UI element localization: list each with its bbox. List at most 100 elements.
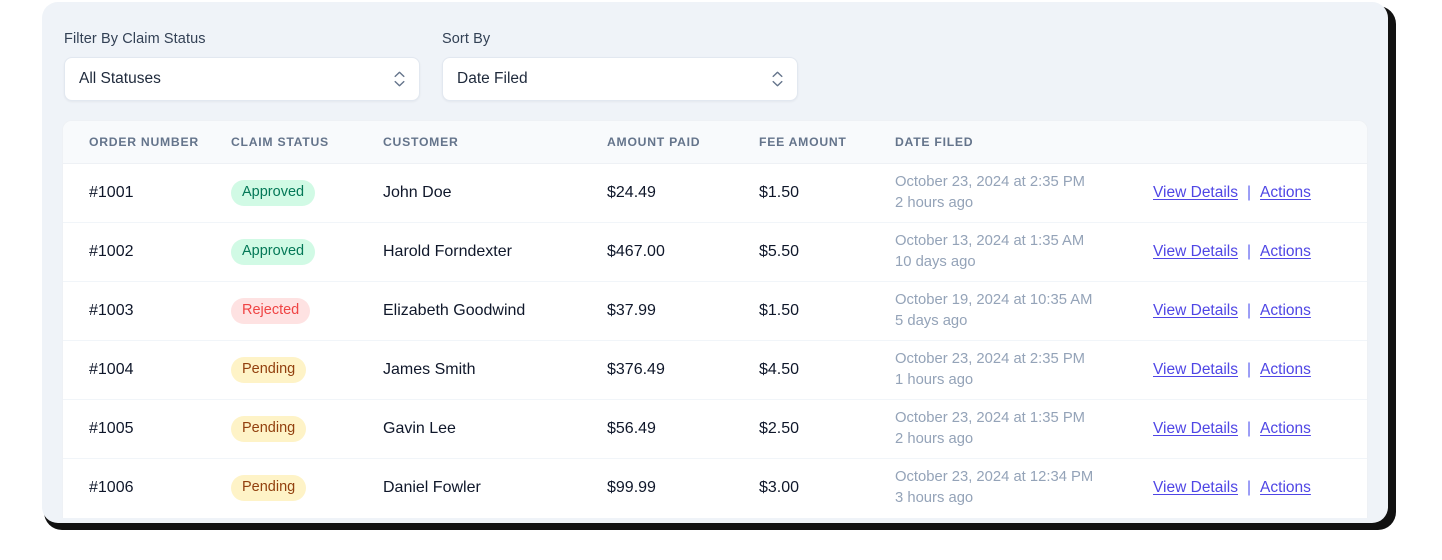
- cell-amount-paid: $376.49: [607, 340, 759, 400]
- table-body: #1001 Approved John Doe $24.49 $1.50 October …: [63, 163, 1367, 518]
- fee-amount-text: $2.50: [759, 420, 800, 437]
- cell-order-number: #1006: [63, 459, 231, 518]
- sort-by-label: Sort By: [442, 31, 491, 47]
- row-actions: View Details | Actions: [1153, 302, 1367, 320]
- table-row: #1005 Pending Gavin Lee $56.49 $2.50 October …: [63, 399, 1367, 459]
- customer-name-text: Gavin Lee: [383, 420, 456, 437]
- order-number-text: #1001: [89, 184, 134, 201]
- cell-actions: View Details | Actions: [1153, 222, 1367, 282]
- actions-separator: |: [1247, 184, 1252, 201]
- table-header: ORDER NUMBER CLAIM STATUS CUSTOMER AMOUN…: [63, 121, 1367, 164]
- claims-table-container: ORDER NUMBER CLAIM STATUS CUSTOMER AMOUN…: [62, 120, 1368, 518]
- customer-name-text: Harold Forndexter: [383, 243, 512, 260]
- cell-actions: View Details | Actions: [1153, 340, 1367, 400]
- actions-separator: |: [1247, 479, 1252, 497]
- cell-actions: View Details | Actions: [1153, 163, 1367, 223]
- filter-status-field: Filter By Claim Status All Statuses: [64, 30, 420, 101]
- actions-link[interactable]: Actions: [1260, 184, 1311, 202]
- cell-order-number: #1003: [63, 281, 231, 341]
- cell-claim-status: Rejected: [231, 281, 383, 341]
- claims-table: ORDER NUMBER CLAIM STATUS CUSTOMER AMOUN…: [63, 121, 1367, 518]
- table-header-row: ORDER NUMBER CLAIM STATUS CUSTOMER AMOUN…: [63, 121, 1367, 164]
- sort-by-select[interactable]: Date Filed: [442, 57, 798, 101]
- cell-date-filed: October 13, 2024 at 1:35 AM 10 days ago: [895, 222, 1153, 282]
- cell-amount-paid: $99.99: [607, 459, 759, 518]
- date-filed-text: October 23, 2024 at 2:35 PM: [895, 174, 1086, 190]
- table-row: #1004 Pending James Smith $376.49 $4.50 Octob…: [63, 340, 1367, 400]
- cell-customer: James Smith: [383, 340, 607, 400]
- date-relative-text: 2 hours ago: [895, 431, 974, 447]
- table-row: #1002 Approved Harold Forndexter $467.00 $5.…: [63, 222, 1367, 282]
- view-details-link[interactable]: View Details: [1153, 361, 1238, 379]
- row-actions: View Details | Actions: [1153, 361, 1367, 379]
- amount-paid-text: $99.99: [607, 479, 656, 497]
- chevron-updown-icon: [771, 69, 783, 89]
- status-badge: Rejected: [231, 298, 311, 324]
- date-filed-text: October 19, 2024 at 10:35 AM: [895, 292, 1093, 308]
- cell-customer: Daniel Fowler: [383, 459, 607, 518]
- date-relative-text: 10 days ago: [895, 254, 976, 270]
- actions-separator: |: [1247, 420, 1252, 437]
- amount-paid-text: $467.00: [607, 243, 665, 260]
- view-details-link[interactable]: View Details: [1153, 479, 1238, 497]
- cell-date-filed: October 23, 2024 at 12:34 PM 3 hours ago: [895, 459, 1153, 518]
- view-details-link[interactable]: View Details: [1153, 420, 1238, 438]
- column-header-actions: [1153, 121, 1367, 164]
- cell-fee-amount: $1.50: [759, 281, 895, 341]
- screenshot-root: Filter By Claim Status All Statuses Sort…: [0, 0, 1442, 560]
- date-filed-text: October 23, 2024 at 1:35 PM: [895, 410, 1086, 426]
- customer-name-text: James Smith: [383, 361, 476, 378]
- sort-by-field: Sort By Date Filed: [442, 30, 798, 101]
- row-actions: View Details | Actions: [1153, 184, 1367, 202]
- cell-order-number: #1002: [63, 222, 231, 282]
- cell-fee-amount: $2.50: [759, 399, 895, 459]
- order-number-text: #1004: [89, 361, 134, 378]
- view-details-link[interactable]: View Details: [1153, 302, 1238, 320]
- cell-date-filed: October 19, 2024 at 10:35 AM 5 days ago: [895, 281, 1153, 341]
- customer-name-text: Elizabeth Goodwind: [383, 302, 526, 319]
- column-header-claim-status: CLAIM STATUS: [231, 121, 383, 164]
- date-relative-text: 5 days ago: [895, 313, 968, 329]
- fee-amount-text: $1.50: [759, 184, 800, 201]
- view-details-link[interactable]: View Details: [1153, 243, 1238, 261]
- order-number-text: #1002: [89, 243, 134, 260]
- actions-link[interactable]: Actions: [1260, 420, 1311, 438]
- actions-link[interactable]: Actions: [1260, 479, 1311, 497]
- row-actions: View Details | Actions: [1153, 479, 1367, 497]
- order-number-text: #1005: [89, 420, 134, 437]
- customer-name-text: Daniel Fowler: [383, 479, 481, 497]
- cell-fee-amount: $3.00: [759, 459, 895, 518]
- actions-link[interactable]: Actions: [1260, 361, 1311, 379]
- filter-status-label: Filter By Claim Status: [64, 31, 206, 47]
- cell-actions: View Details | Actions: [1153, 399, 1367, 459]
- cell-amount-paid: $37.99: [607, 281, 759, 341]
- actions-link[interactable]: Actions: [1260, 243, 1311, 261]
- amount-paid-text: $56.49: [607, 420, 656, 437]
- cell-amount-paid: $467.00: [607, 222, 759, 282]
- cell-date-filed: October 23, 2024 at 2:35 PM 2 hours ago: [895, 163, 1153, 223]
- column-header-date-filed: DATE FILED: [895, 121, 1153, 164]
- cell-actions: View Details | Actions: [1153, 281, 1367, 341]
- cell-claim-status: Pending: [231, 459, 383, 518]
- filter-bar: Filter By Claim Status All Statuses Sort…: [42, 2, 1388, 101]
- view-details-link[interactable]: View Details: [1153, 184, 1238, 202]
- cell-actions: View Details | Actions: [1153, 459, 1367, 518]
- date-filed-text: October 13, 2024 at 1:35 AM: [895, 233, 1085, 249]
- cell-fee-amount: $4.50: [759, 340, 895, 400]
- date-relative-text: 3 hours ago: [895, 490, 974, 507]
- actions-link[interactable]: Actions: [1260, 302, 1311, 320]
- order-number-text: #1006: [89, 479, 134, 497]
- row-actions: View Details | Actions: [1153, 420, 1367, 438]
- status-badge: Pending: [231, 357, 307, 383]
- filter-status-value: All Statuses: [79, 70, 161, 87]
- cell-order-number: #1004: [63, 340, 231, 400]
- cell-fee-amount: $1.50: [759, 163, 895, 223]
- table-row: #1003 Rejected Elizabeth Goodwind $37.99 $1.…: [63, 281, 1367, 341]
- status-badge: Approved: [231, 239, 316, 265]
- cell-customer: John Doe: [383, 163, 607, 223]
- filter-status-select[interactable]: All Statuses: [64, 57, 420, 101]
- fee-amount-text: $3.00: [759, 479, 800, 497]
- fee-amount-text: $5.50: [759, 243, 800, 260]
- cell-customer: Gavin Lee: [383, 399, 607, 459]
- row-actions: View Details | Actions: [1153, 243, 1367, 261]
